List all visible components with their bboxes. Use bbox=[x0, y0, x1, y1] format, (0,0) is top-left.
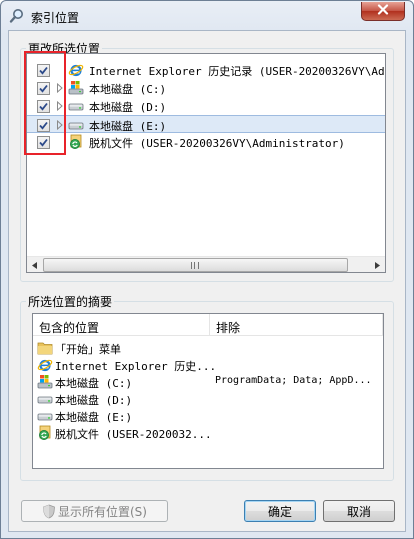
magnifier-icon bbox=[9, 8, 25, 24]
summary-row[interactable]: 「开始」菜单 bbox=[33, 339, 383, 356]
tree-item[interactable]: 本地磁盘 (D:) bbox=[27, 97, 385, 115]
column-header-excluded-label: 排除 bbox=[216, 321, 241, 335]
scrollbar-thumb[interactable] bbox=[43, 258, 348, 272]
tree-item-label: 本地磁盘 (E:) bbox=[89, 120, 167, 133]
summary-row[interactable]: Internet Explorer 历史... bbox=[33, 356, 383, 373]
system-drive-icon bbox=[68, 80, 85, 97]
summary-row-location: Internet Explorer 历史... bbox=[55, 360, 215, 373]
summary-row[interactable]: 本地磁盘 (E:) bbox=[33, 407, 383, 424]
scroll-right-arrow-icon[interactable] bbox=[369, 257, 385, 272]
summary-group-title: 所选位置的摘要 bbox=[26, 293, 115, 310]
cancel-button[interactable]: 取消 bbox=[323, 500, 395, 522]
column-header-included-label: 包含的位置 bbox=[39, 321, 100, 335]
system-drive-icon bbox=[37, 374, 53, 390]
tree-item-label: 本地磁盘 (D:) bbox=[89, 101, 167, 114]
show-all-locations-button[interactable]: 显示所有位置(S) bbox=[21, 500, 168, 522]
tree-item[interactable]: 脱机文件 (USER-20200326VY\Administrator) bbox=[27, 133, 385, 151]
summary-row-excluded: ProgramData; Data; AppD... bbox=[215, 375, 372, 386]
location-tree[interactable]: Internet Explorer 历史记录 (USER-20200326VY\… bbox=[26, 53, 386, 273]
horizontal-scrollbar[interactable] bbox=[27, 256, 385, 272]
tree-item[interactable]: 本地磁盘 (E:) bbox=[27, 115, 385, 133]
drive-icon bbox=[68, 98, 85, 115]
ok-button[interactable]: 确定 bbox=[244, 500, 316, 522]
drive-icon bbox=[68, 117, 85, 134]
grip-icon bbox=[191, 262, 199, 269]
tree-item-label: 本地磁盘 (C:) bbox=[89, 83, 167, 96]
indexed-locations-dialog: 索引位置 更改所选位置 Internet Explorer 历史记录 (USER… bbox=[0, 0, 414, 539]
folder-icon bbox=[37, 340, 53, 356]
column-header-included[interactable]: 包含的位置 bbox=[33, 314, 210, 336]
close-button[interactable] bbox=[361, 2, 405, 21]
show-all-locations-label: 显示所有位置(S) bbox=[58, 504, 147, 519]
ie-icon bbox=[37, 357, 53, 373]
summary-row-location: 本地磁盘 (C:) bbox=[55, 377, 133, 390]
ie-icon bbox=[68, 62, 85, 79]
drive-icon bbox=[37, 391, 53, 407]
summary-row[interactable]: 本地磁盘 (D:) bbox=[33, 390, 383, 407]
tree-item[interactable]: 本地磁盘 (C:) bbox=[27, 79, 385, 97]
scroll-left-arrow-icon[interactable] bbox=[27, 257, 43, 272]
tree-item[interactable]: Internet Explorer 历史记录 (USER-20200326VY\… bbox=[27, 61, 385, 79]
cancel-label: 取消 bbox=[346, 504, 371, 519]
uac-shield-icon bbox=[42, 504, 56, 519]
summary-row[interactable]: 本地磁盘 (C:) ProgramData; Data; AppD... bbox=[33, 373, 383, 390]
tree-item-label: 脱机文件 (USER-20200326VY\Administrator) bbox=[89, 137, 345, 150]
window-title: 索引位置 bbox=[31, 11, 80, 25]
title-bar[interactable]: 索引位置 bbox=[1, 1, 413, 31]
column-header-excluded[interactable]: 排除 bbox=[210, 314, 383, 336]
summary-list[interactable]: 包含的位置 排除 「开始」菜单 Internet Explorer 历史... 本地… bbox=[32, 313, 384, 469]
summary-row-location: 「开始」菜单 bbox=[55, 343, 121, 356]
highlight-annotation-box bbox=[24, 51, 66, 155]
ok-label: 确定 bbox=[267, 504, 292, 519]
summary-row-location: 本地磁盘 (D:) bbox=[55, 394, 133, 407]
close-icon bbox=[377, 4, 389, 18]
offline-files-icon bbox=[68, 134, 85, 151]
summary-row-location: 脱机文件 (USER-2020032... bbox=[55, 428, 212, 441]
drive-icon bbox=[37, 408, 53, 424]
offline-files-icon bbox=[37, 425, 53, 441]
summary-row-location: 本地磁盘 (E:) bbox=[55, 411, 133, 424]
summary-row[interactable]: 脱机文件 (USER-2020032... bbox=[33, 424, 383, 441]
tree-item-label: Internet Explorer 历史记录 (USER-20200326VY\… bbox=[89, 65, 386, 78]
